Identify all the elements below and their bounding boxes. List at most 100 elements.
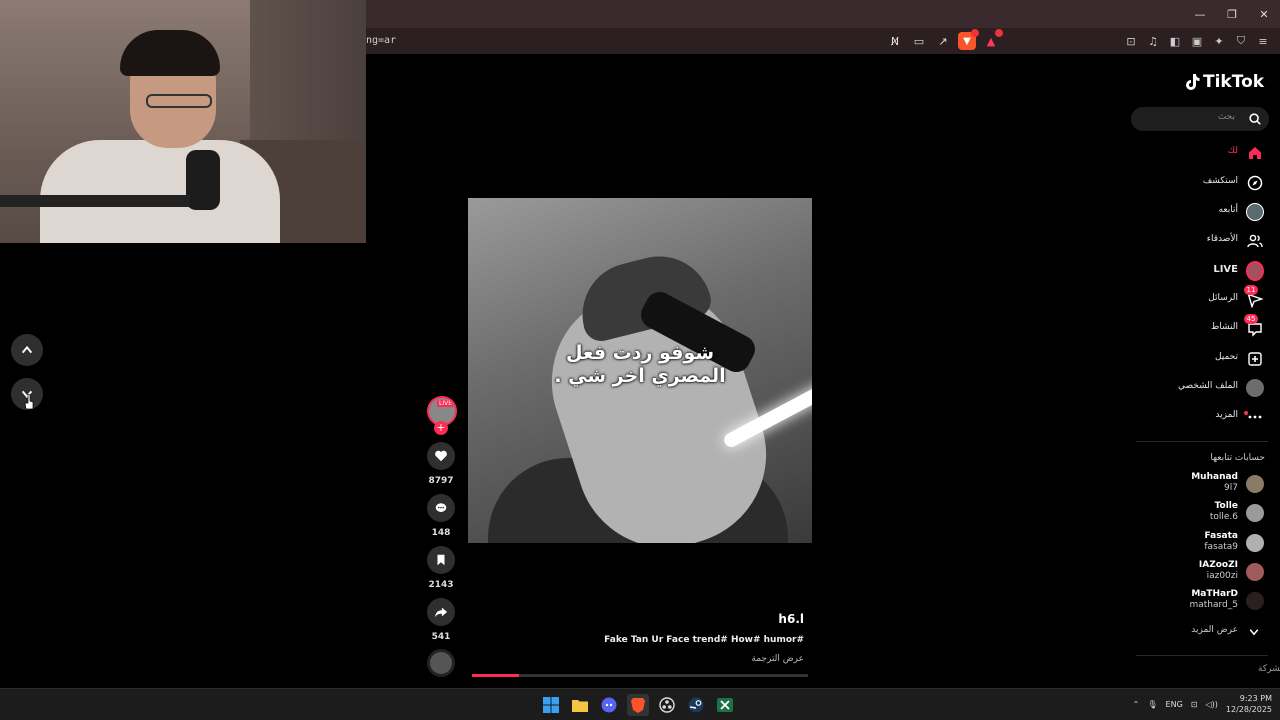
account-handle: 9l7 [1224,483,1238,493]
save-button[interactable] [427,546,455,574]
followed-account[interactable]: Muhanad 9l7 [1140,472,1268,498]
address-bar[interactable]: ng=ar [366,28,396,54]
music-icon[interactable]: ♫ [1144,32,1162,50]
brave-shields-icon[interactable]: ▼ [958,29,979,50]
profile-icon [1246,379,1264,397]
nav-following[interactable]: أتابعه [1150,202,1268,222]
tiktok-logo[interactable]: TikTok [1184,72,1264,92]
cast-icon[interactable]: ▭ [910,32,928,50]
nav-for-you[interactable]: لك [1150,143,1268,163]
nav-friends[interactable]: الأصدقاء [1150,231,1268,251]
address-bar-icons: N̸ ▭ ↗ ▼ ▲ [886,29,1003,50]
like-count: 8797 [428,476,454,486]
music-disc-icon[interactable] [427,649,455,677]
comment-button[interactable] [427,494,455,522]
live-avatar-icon [1246,261,1264,281]
followed-account[interactable]: Tolle tolle.6 [1140,501,1268,527]
network-icon[interactable]: ⊡ [1191,700,1198,709]
language-indicator[interactable]: ENG [1166,700,1183,709]
nav-label: لك [1227,146,1238,156]
screen: — ❐ ✕ ng=ar N̸ ▭ ↗ ▼ ▲ ⊡ ♫ ◧ ▣ ✦ ⛉ ≡ شوف… [0,0,1280,720]
windows-taskbar: ⌃ 🎙 ENG ⊡ ◁)) 9:23 PM 12/28/2025 [0,688,1280,720]
discord-icon[interactable] [598,694,620,716]
taskbar-clock[interactable]: 9:23 PM 12/28/2025 [1226,693,1272,715]
account-name: IAZooZI [1198,560,1238,570]
followed-account[interactable]: IAZooZI iaz00zi [1140,560,1268,586]
avatar [1246,475,1264,493]
windows-start-icon[interactable] [540,694,562,716]
nav-label: LIVE [1213,264,1238,275]
logo-text: TikTok [1203,72,1265,92]
compass-icon [1246,174,1264,192]
nav-label: تحميل [1214,352,1238,362]
microphone-tray-icon[interactable]: 🎙 [1147,700,1157,709]
avatar [1246,563,1264,581]
nav-label: المزيد [1215,410,1238,420]
excel-icon[interactable] [714,694,736,716]
account-handle: fasata9 [1204,542,1238,552]
no-translate-icon[interactable]: N̸ [886,32,904,50]
microphone-icon [186,150,220,210]
followed-account[interactable]: MaTHarD mathard_5 [1140,589,1268,615]
nav-messages[interactable]: الرسائل 11 [1150,285,1268,310]
menu-icon[interactable]: ≡ [1254,32,1272,50]
nav-live[interactable]: LIVE [1150,261,1268,281]
wallet-icon[interactable]: ▣ [1188,32,1206,50]
nav-label: الملف الشخصي [1178,381,1238,391]
share-button[interactable] [427,598,455,626]
account-handle: iaz00zi [1206,571,1238,581]
sidebar-divider [1136,655,1268,656]
see-translation-link[interactable]: عرض الترجمة [700,654,804,664]
search-icon[interactable] [1248,112,1262,126]
taskbar-apps [540,694,736,716]
nav-label: استكشف [1202,176,1238,186]
live-badge: LIVE [437,400,455,407]
steam-icon[interactable] [685,694,707,716]
video-progress-fill [472,674,520,677]
vpn-icon[interactable]: ⛉ [1232,32,1250,50]
obs-icon[interactable] [656,694,678,716]
video-progress-bar[interactable] [472,674,808,677]
video-caption: شوفو ردت فعل المصري اخر شي . [468,342,812,388]
share-icon[interactable]: ↗ [934,32,952,50]
file-explorer-icon[interactable] [569,694,591,716]
followed-account[interactable]: Fasata fasata9 [1140,531,1268,557]
window-controls: — ❐ ✕ [1184,0,1280,28]
system-tray: ⌃ 🎙 ENG ⊡ ◁)) 9:23 PM 12/28/2025 [1133,693,1272,715]
video-description: Fake Tan Ur Face trend# How# humor# [604,635,804,645]
see-more-button[interactable]: عرض المزيد [1140,624,1268,640]
search-input[interactable]: بحث [1131,107,1269,131]
chevron-up-icon[interactable]: ⌃ [1133,700,1140,709]
volume-icon[interactable]: ◁)) [1205,700,1217,709]
follow-button[interactable]: + [434,421,448,435]
nav-upload[interactable]: تحميل [1150,349,1268,369]
share-arrow-icon [434,607,448,618]
following-accounts-title: حسابات تتابعها [1210,453,1265,463]
like-button[interactable] [427,442,455,470]
leo-ai-icon[interactable]: ✦ [1210,32,1228,50]
brave-rewards-icon[interactable]: ▲ [982,29,1003,50]
nav-activity[interactable]: النشاط 45 [1150,314,1268,339]
bookmark-icon [437,554,445,566]
video-player[interactable]: شوفو ردت فعل المصري اخر شي . [468,198,812,543]
nav-label: الأصدقاء [1206,234,1238,244]
account-handle: mathard_5 [1189,600,1238,610]
account-name: Tolle [1214,501,1238,511]
avatar [1246,592,1264,610]
brave-browser-icon[interactable] [627,694,649,716]
nav-explore[interactable]: استكشف [1150,173,1268,193]
sidebar-icon[interactable]: ◧ [1166,32,1184,50]
minimize-button[interactable]: — [1184,0,1216,28]
previous-video-button[interactable] [11,334,43,366]
tiktok-note-icon [1186,74,1200,90]
close-window-button[interactable]: ✕ [1248,0,1280,28]
restore-button[interactable]: ❐ [1216,0,1248,28]
heart-icon [435,450,447,462]
screenshot-icon[interactable]: ⊡ [1122,32,1140,50]
nav-more[interactable]: المزيد [1150,407,1268,427]
company-link[interactable]: الشركة [1258,664,1280,674]
nav-label: النشاط [1210,322,1238,332]
account-name: Muhanad [1191,472,1238,482]
video-author[interactable]: h6.l [740,612,804,626]
nav-profile[interactable]: الملف الشخصي [1150,378,1268,398]
